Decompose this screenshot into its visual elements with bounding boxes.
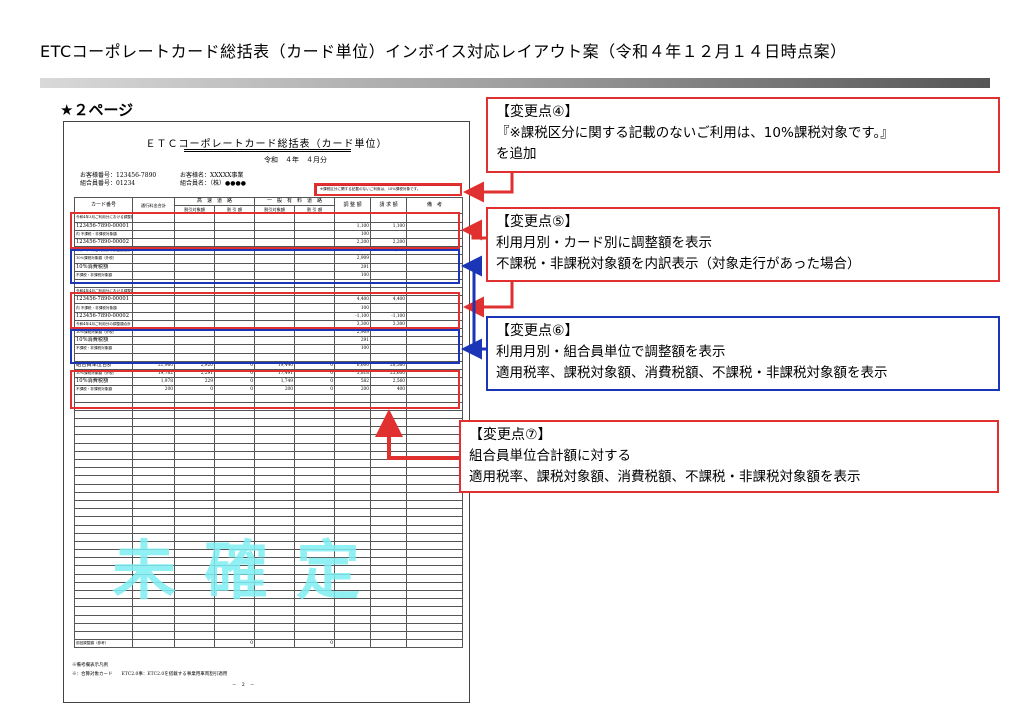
callout-change-7-line2: 適用税率、課税対象額、消費税額、不課税・非課税対象額を表示 [469, 469, 861, 485]
callout-change-6: 【変更点⑥】 利用月別・組合員単位で調整額を表示 適用税率、課税対象額、消費税額… [486, 316, 1000, 391]
callout-change-7-title: 【変更点⑦】 [469, 427, 552, 443]
callout-change-5-line2: 不課税・非課税対象額を内訳表示（対象走行があった場合） [496, 256, 861, 272]
callout-change-5-line1: 利用月別・カード別に調整額を表示 [496, 235, 712, 251]
callout-change-5-title: 【変更点⑤】 [496, 214, 579, 230]
callout-change-6-line1: 利用月別・組合員単位で調整額を表示 [496, 344, 726, 360]
callout-change-4-title: 【変更点④】 [496, 104, 579, 120]
callout-change-7: 【変更点⑦】 組合員単位合計額に対する 適用税率、課税対象額、消費税額、不課税・… [459, 420, 999, 493]
callout-change-6-line2: 適用税率、課税対象額、消費税額、不課税・非課税対象額を表示 [496, 365, 888, 381]
callout-change-7-line1: 組合員単位合計額に対する [469, 448, 631, 464]
callout-change-6-title: 【変更点⑥】 [496, 323, 579, 339]
callout-change-4-line2: を追加 [496, 146, 537, 162]
callout-change-5: 【変更点⑤】 利用月別・カード別に調整額を表示 不課税・非課税対象額を内訳表示（… [486, 207, 1000, 282]
callout-change-4: 【変更点④】 『※課税区分に関する記載のないご利用は、10%課税対象です。』 を… [486, 97, 1000, 173]
callout-change-4-line1: 『※課税区分に関する記載のないご利用は、10%課税対象です。』 [496, 125, 894, 141]
